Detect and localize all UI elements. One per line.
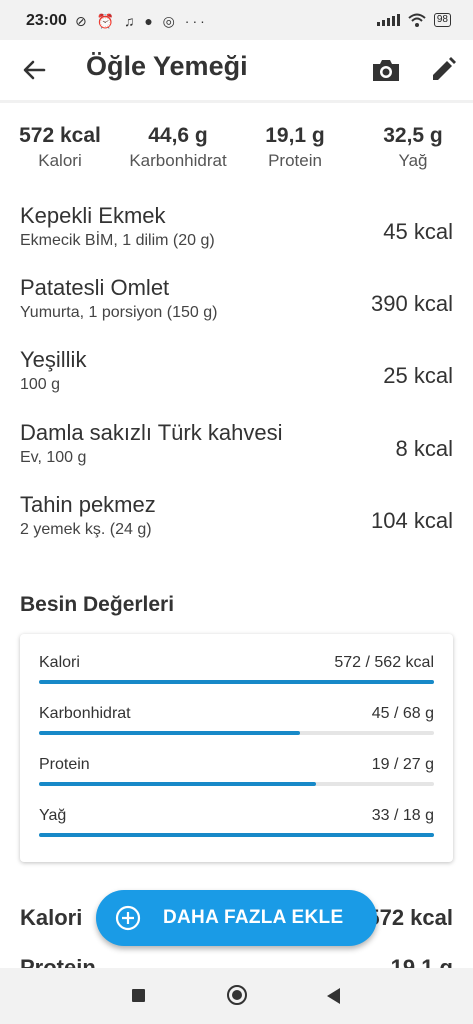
nutrition-row-carbs: Karbonhidrat 45 / 68 g <box>39 705 434 745</box>
status-notification-icons: ⊘ ⏰ ♫ ● ◎ ··· <box>75 13 208 29</box>
nutrition-value: 572 / 562 kcal <box>334 654 434 671</box>
summary-value: 32,5 g <box>383 124 443 147</box>
progress-track <box>39 680 434 684</box>
food-detail: Ekmecik BİM, 1 dilim (20 g) <box>20 232 215 249</box>
wifi-icon <box>408 13 426 27</box>
food-detail: Ev, 100 g <box>20 449 87 466</box>
summary-label: Kalori <box>38 151 82 170</box>
food-kcal: 8 kcal <box>395 436 453 461</box>
summary-label: Karbonhidrat <box>129 151 227 170</box>
nutrition-label: Protein <box>39 756 90 773</box>
nutrition-value: 19 / 27 g <box>371 756 434 773</box>
summary-label: Yağ <box>398 151 428 170</box>
food-kcal: 45 kcal <box>383 219 453 244</box>
system-nav-bar <box>0 968 473 1024</box>
camera-icon[interactable] <box>370 55 402 85</box>
food-item[interactable]: Patatesli Omlet Yumurta, 1 porsiyon (150… <box>20 275 453 335</box>
add-more-label: DAHA FAZLA EKLE <box>163 907 344 928</box>
summary-value: 44,6 g <box>148 124 208 147</box>
status-right: 98 <box>376 13 451 27</box>
app-bar: Öğle Yemeği <box>0 40 473 100</box>
back-arrow-icon[interactable] <box>20 55 50 85</box>
summary-fat: 32,5 g Yağ <box>353 124 473 171</box>
food-kcal: 104 kcal <box>371 508 453 533</box>
back-icon[interactable] <box>327 988 340 1004</box>
food-detail: Yumurta, 1 porsiyon (150 g) <box>20 304 218 321</box>
summary-value: 572 kcal <box>19 124 101 147</box>
food-name: Yeşillik <box>20 347 87 372</box>
recents-icon[interactable] <box>132 989 145 1002</box>
nutrition-row-protein: Protein 19 / 27 g <box>39 756 434 796</box>
progress-fill <box>39 833 434 837</box>
nutrition-label: Karbonhidrat <box>39 705 131 722</box>
signal-icon <box>376 14 400 26</box>
total-calories-label: Kalori <box>20 905 83 930</box>
battery-icon: 98 <box>433 13 451 27</box>
add-more-button[interactable]: DAHA FAZLA EKLE <box>96 890 377 946</box>
app-bar-divider <box>0 100 473 103</box>
food-item[interactable]: Damla sakızlı Türk kahvesi Ev, 100 g 8 k… <box>20 420 453 480</box>
food-item[interactable]: Yeşillik 100 g 25 kcal <box>20 347 453 407</box>
edit-pencil-icon[interactable] <box>428 55 458 85</box>
total-calories-value: 572 kcal <box>367 905 453 930</box>
status-time: 23:00 <box>26 12 67 29</box>
summary-carbs: 44,6 g Karbonhidrat <box>118 124 238 171</box>
food-name: Tahin pekmez <box>20 492 156 517</box>
summary-value: 19,1 g <box>265 124 325 147</box>
food-name: Damla sakızlı Türk kahvesi <box>20 420 283 445</box>
summary-calories: 572 kcal Kalori <box>0 124 120 171</box>
summary-label: Protein <box>268 151 322 170</box>
food-name: Patatesli Omlet <box>20 275 170 300</box>
food-kcal: 25 kcal <box>383 363 453 388</box>
food-item[interactable]: Kepekli Ekmek Ekmecik BİM, 1 dilim (20 g… <box>20 203 453 263</box>
nutrition-value: 45 / 68 g <box>371 705 434 722</box>
progress-fill <box>39 731 300 735</box>
food-item[interactable]: Tahin pekmez 2 yemek kş. (24 g) 104 kcal <box>20 492 453 552</box>
progress-fill <box>39 782 316 786</box>
nutrition-value: 33 / 18 g <box>371 807 434 824</box>
nutrition-label: Kalori <box>39 654 80 671</box>
nutrition-section-title: Besin Değerleri <box>20 593 175 616</box>
food-detail: 100 g <box>20 376 61 393</box>
food-kcal: 390 kcal <box>371 291 453 316</box>
home-icon[interactable] <box>227 985 247 1005</box>
progress-track <box>39 782 434 786</box>
nutrition-card: Kalori 572 / 562 kcal Karbonhidrat 45 / … <box>20 634 453 862</box>
food-detail: 2 yemek kş. (24 g) <box>20 521 152 538</box>
nutrition-row-fat: Yağ 33 / 18 g <box>39 807 434 847</box>
summary-protein: 19,1 g Protein <box>235 124 355 171</box>
food-name: Kepekli Ekmek <box>20 203 166 228</box>
add-circle-icon <box>115 905 141 931</box>
page-title: Öğle Yemeği <box>86 51 248 81</box>
nutrition-row-calories: Kalori 572 / 562 kcal <box>39 654 434 694</box>
progress-track <box>39 731 434 735</box>
status-bar: 23:00 ⊘ ⏰ ♫ ● ◎ ··· 98 <box>0 0 473 40</box>
nutrition-label: Yağ <box>39 807 67 824</box>
macro-summary: 572 kcal Kalori 44,6 g Karbonhidrat 19,1… <box>0 124 473 184</box>
progress-fill <box>39 680 434 684</box>
progress-track <box>39 833 434 837</box>
